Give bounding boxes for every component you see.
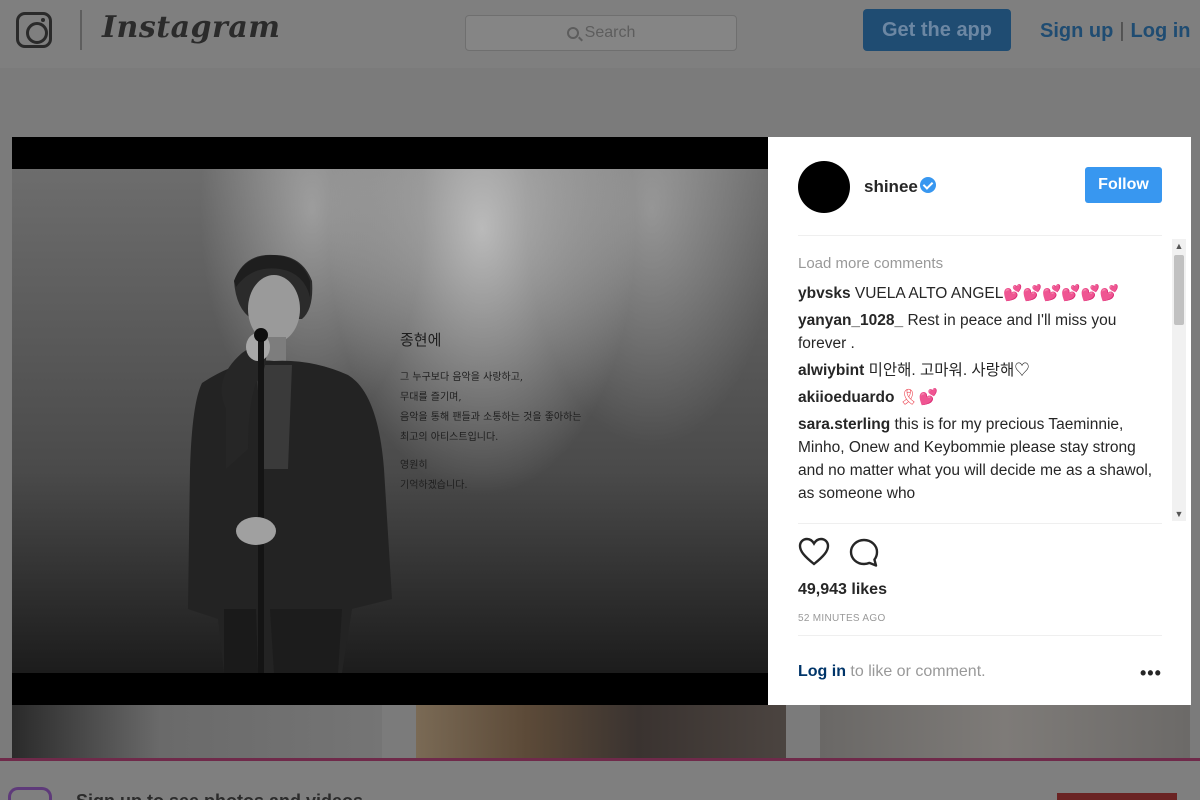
scrollbar-thumb[interactable] [1174,255,1184,325]
background-photo-grid [0,704,1200,760]
comment-username[interactable]: ybvsks [798,285,851,302]
top-nav: Instagram Search Get the app Sign up | Log… [0,0,1200,68]
post-sidebar: shinee Follow Load more comments ybvsks … [768,137,1191,705]
header-divider [798,235,1162,236]
instagram-wordmark[interactable]: Instagram [102,10,281,45]
actions-divider [798,523,1162,524]
comment-text: VUELA ALTO ANGEL [854,285,1004,302]
tribute-line: 기억하겠습니다. [400,480,468,491]
comment-text: 미안해. 고마워. 사랑해♡ [868,362,1030,379]
post-photo-panel: 종현에 그 누구보다 음악을 사랑하고, 무대를 즐기며, 음악을 통해 팬들과… [12,137,768,705]
post-username[interactable]: shinee [864,177,918,197]
comments-scrollbar[interactable]: ▲ ▼ [1172,239,1186,521]
tribute-line: 영원히 [400,460,428,471]
comment-item: yanyan_1028_ Rest in peace and I'll miss… [798,309,1173,355]
tribute-line: 최고의 아티스트입니다. [400,432,499,443]
tribute-spacer [400,448,582,456]
comment-emoji: 🎗💕 [898,389,938,406]
log-in-link[interactable]: Log in [1131,20,1191,42]
grid-thumbnail[interactable] [12,704,382,760]
instagram-camera-icon[interactable] [16,12,52,48]
comment-item: ybvsks VUELA ALTO ANGEL💕💕💕💕💕💕 [798,282,1173,305]
search-icon [566,27,579,39]
tribute-line: 무대를 즐기며, [400,392,462,403]
search-box[interactable]: Search [465,15,737,51]
footer-divider [798,635,1162,636]
scroll-down-arrow-icon[interactable]: ▼ [1174,509,1184,519]
signup-banner-button[interactable] [1057,793,1177,800]
verified-badge-icon [920,177,936,193]
tribute-line: 그 누구보다 음악을 사랑하고, [400,372,524,383]
load-more-comments-link[interactable]: Load more comments [798,255,1173,272]
scroll-up-arrow-icon[interactable]: ▲ [1174,241,1184,251]
nav-divider [80,10,82,50]
comment-item: alwiybint 미안해. 고마워. 사랑해♡ [798,359,1173,382]
singer-silhouette [188,254,392,673]
grid-thumbnail[interactable] [416,704,786,760]
tribute-line: 음악을 통해 팬들과 소통하는 것을 좋아하는 [400,412,582,423]
follow-button[interactable]: Follow [1085,167,1162,203]
signup-banner: Sign up to see photos and videos [0,761,1200,800]
link-separator: | [1119,20,1125,42]
auth-links: Sign up | Log in [1040,20,1191,43]
login-link[interactable]: Log in [798,663,846,680]
comment-item: sara.sterling this is for my precious Ta… [798,413,1173,505]
comment-bubble-icon[interactable] [848,537,880,569]
login-prompt-text: to like or comment. [845,663,986,680]
tribute-title: 종현에 [400,331,442,349]
tribute-text: 종현에 그 누구보다 음악을 사랑하고, 무대를 즐기며, 음악을 통해 팬들과… [400,329,582,496]
comment-emoji: 💕💕💕💕💕💕 [1003,285,1120,302]
comment-username[interactable]: sara.sterling [798,416,890,433]
comment-username[interactable]: alwiybint [798,362,864,379]
comment-username[interactable]: yanyan_1028_ [798,312,903,329]
login-prompt: Log in to like or comment. [798,663,986,681]
more-options-icon[interactable]: ••• [1140,663,1162,684]
comment-item: akiioeduardo 🎗💕 [798,386,1173,409]
likes-count[interactable]: 49,943 likes [798,581,887,599]
grid-thumbnail[interactable] [820,704,1190,760]
get-the-app-button[interactable]: Get the app [863,9,1011,51]
comments-list[interactable]: Load more comments ybvsks VUELA ALTO ANG… [798,255,1173,521]
comment-username[interactable]: akiioeduardo [798,389,894,406]
instagram-gradient-icon [8,787,52,800]
like-heart-icon[interactable] [798,537,830,567]
avatar[interactable] [798,161,850,213]
signup-banner-text: Sign up to see photos and videos [76,791,363,800]
post-photo[interactable]: 종현에 그 누구보다 음악을 사랑하고, 무대를 즐기며, 음악을 통해 팬들과… [12,169,768,673]
post-timestamp: 52 MINUTES AGO [798,613,886,624]
search-placeholder: Search [584,24,636,41]
sign-up-link[interactable]: Sign up [1040,20,1113,42]
